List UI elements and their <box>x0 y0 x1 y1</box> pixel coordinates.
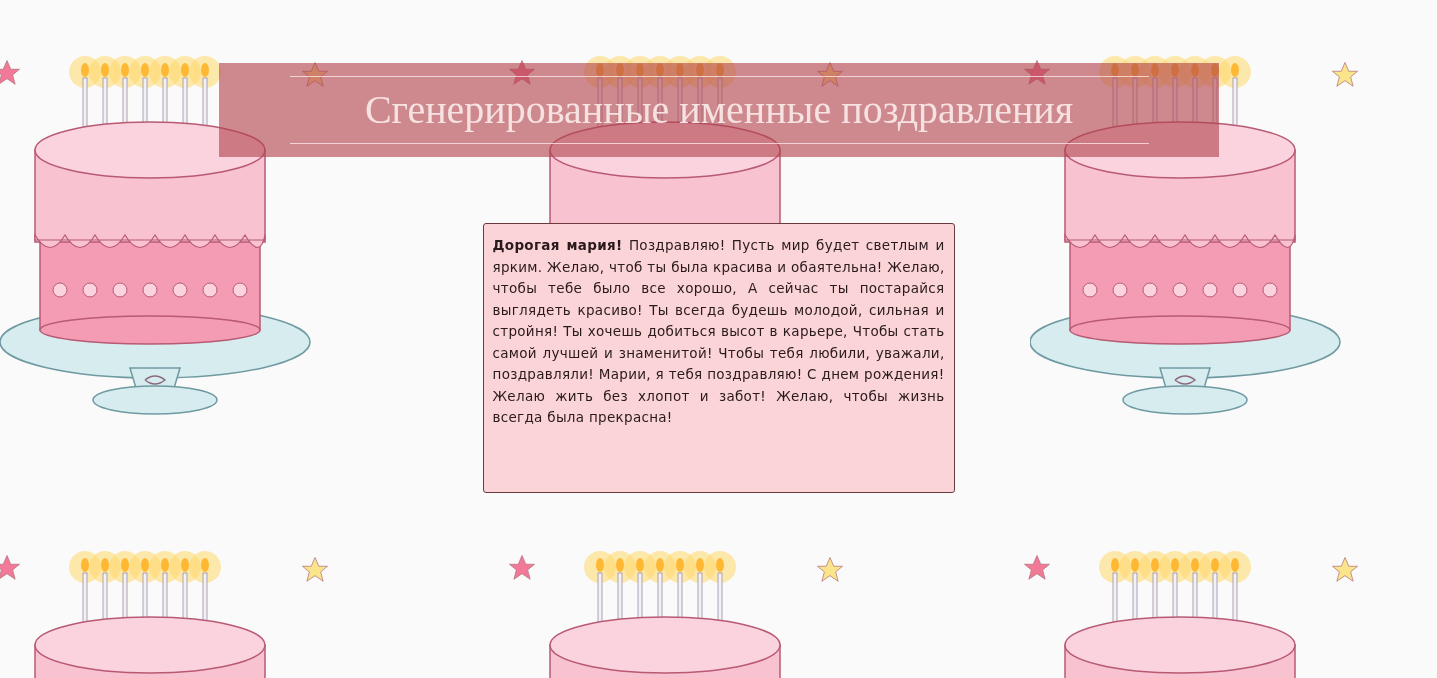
star-icon <box>507 553 537 583</box>
cake-illustration <box>515 545 845 678</box>
header-banner: Сгенерированные именные поздравления <box>219 63 1219 157</box>
greeting-salutation: Дорогая мария! <box>493 237 623 253</box>
star-icon <box>300 555 330 585</box>
background-tile <box>1030 495 1437 678</box>
greeting-card: Дорогая мария! Поздравляю! Пусть мир буд… <box>483 223 955 493</box>
cake-illustration <box>0 545 330 678</box>
background-tile <box>0 495 515 678</box>
star-icon <box>1022 553 1052 583</box>
greeting-text: Поздравляю! Пусть мир будет светлым и яр… <box>493 237 945 425</box>
background-tile <box>515 495 1030 678</box>
star-icon <box>1330 60 1360 90</box>
page-title: Сгенерированные именные поздравления <box>290 76 1149 144</box>
cake-illustration <box>1030 545 1360 678</box>
star-icon <box>1330 555 1360 585</box>
page: Сгенерированные именные поздравления Доро… <box>0 0 1437 678</box>
star-icon <box>815 555 845 585</box>
star-icon <box>0 58 22 88</box>
star-icon <box>0 553 22 583</box>
